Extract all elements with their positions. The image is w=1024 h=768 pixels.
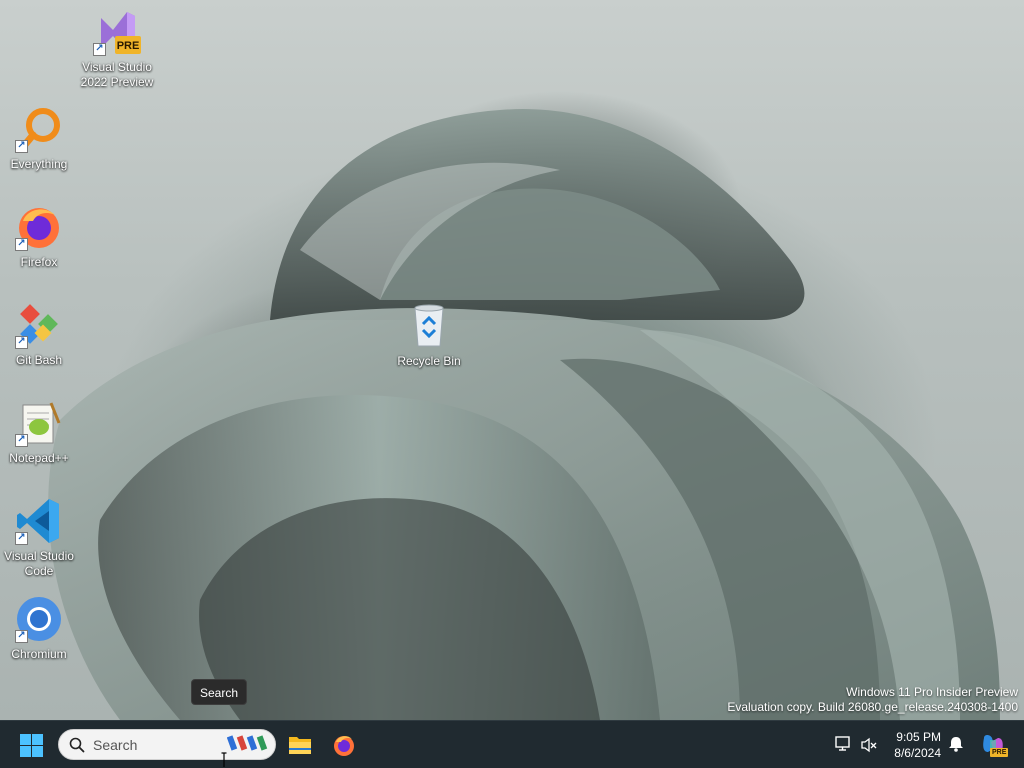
tray-network-icon[interactable]: [834, 735, 854, 755]
git-bash-icon: ↗: [15, 301, 63, 349]
copilot-pre-badge: PRE: [990, 748, 1009, 757]
firefox-icon: ↗: [15, 203, 63, 251]
desktop-icon-label: Firefox: [20, 255, 58, 269]
windows-logo-icon: [20, 734, 44, 758]
watermark-edition: Windows 11 Pro Insider Preview: [846, 685, 1018, 699]
shortcut-arrow-icon: ↗: [15, 434, 28, 447]
shortcut-arrow-icon: ↗: [15, 532, 28, 545]
desktop-icon-label: Recycle Bin: [397, 354, 461, 368]
desktop-icon-label: Chromium: [11, 647, 67, 661]
shortcut-arrow-icon: ↗: [15, 630, 28, 643]
start-button[interactable]: [14, 729, 50, 761]
taskbar-clock[interactable]: 9:05 PM 8/6/2024: [871, 729, 941, 761]
taskbar-firefox[interactable]: [326, 727, 362, 763]
taskbar-search-box[interactable]: [58, 729, 276, 760]
desktop-icon-label: Visual Studio 2022 Preview: [80, 60, 154, 89]
watermark-build: Evaluation copy. Build 26080.ge_release.…: [727, 700, 1018, 714]
search-input[interactable]: [93, 735, 213, 755]
desktop-icon-chromium[interactable]: ↗ Chromium: [1, 595, 77, 662]
desktop-icon-label: Git Bash: [15, 353, 63, 367]
desktop-icon-notepad-plus-plus[interactable]: ↗ Notepad++: [1, 399, 77, 466]
taskbar: 9:05 PM 8/6/2024 PRE: [0, 720, 1024, 768]
shortcut-arrow-icon: ↗: [15, 238, 28, 251]
chromium-icon: ↗: [15, 595, 63, 643]
shortcut-arrow-icon: ↗: [93, 43, 106, 56]
search-icon: [69, 737, 85, 758]
desktop-icon-visual-studio-preview[interactable]: PRE ↗ Visual Studio 2022 Preview: [79, 8, 155, 90]
recycle-bin-icon: [405, 302, 453, 350]
search-highlight-brushes-icon: [226, 734, 271, 761]
text-cursor-icon: [221, 752, 227, 768]
desktop-wallpaper: [0, 0, 1024, 720]
vscode-icon: ↗: [15, 497, 63, 545]
build-watermark: Windows 11 Pro Insider Preview Evaluatio…: [727, 685, 1018, 715]
desktop-icon-label: Everything: [10, 157, 68, 171]
desktop-icon-vscode[interactable]: ↗ Visual Studio Code: [1, 497, 77, 579]
notepad-plus-plus-icon: ↗: [15, 399, 63, 447]
copilot-button[interactable]: PRE: [978, 730, 1009, 760]
search-tooltip: Search: [191, 679, 247, 705]
visual-studio-preview-icon: PRE ↗: [93, 8, 141, 56]
shortcut-arrow-icon: ↗: [15, 140, 28, 153]
clock-date: 8/6/2024: [894, 746, 941, 760]
clock-time: 9:05 PM: [896, 730, 941, 744]
desktop-icon-git-bash[interactable]: ↗ Git Bash: [1, 301, 77, 368]
everything-search-icon: ↗: [15, 105, 63, 153]
desktop-icon-firefox[interactable]: ↗ Firefox: [1, 203, 77, 270]
desktop-icon-label: Notepad++: [9, 451, 69, 465]
desktop-icon-recycle-bin[interactable]: Recycle Bin: [391, 302, 467, 369]
pre-badge: PRE: [116, 40, 140, 52]
file-explorer-icon: [288, 734, 312, 761]
shortcut-arrow-icon: ↗: [15, 336, 28, 349]
notification-bell-icon[interactable]: [947, 735, 967, 755]
taskbar-file-explorer[interactable]: [282, 727, 318, 763]
desktop-icon-label: Visual Studio Code: [4, 549, 74, 578]
desktop-icon-everything[interactable]: ↗ Everything: [1, 105, 77, 172]
firefox-icon: [332, 733, 356, 762]
